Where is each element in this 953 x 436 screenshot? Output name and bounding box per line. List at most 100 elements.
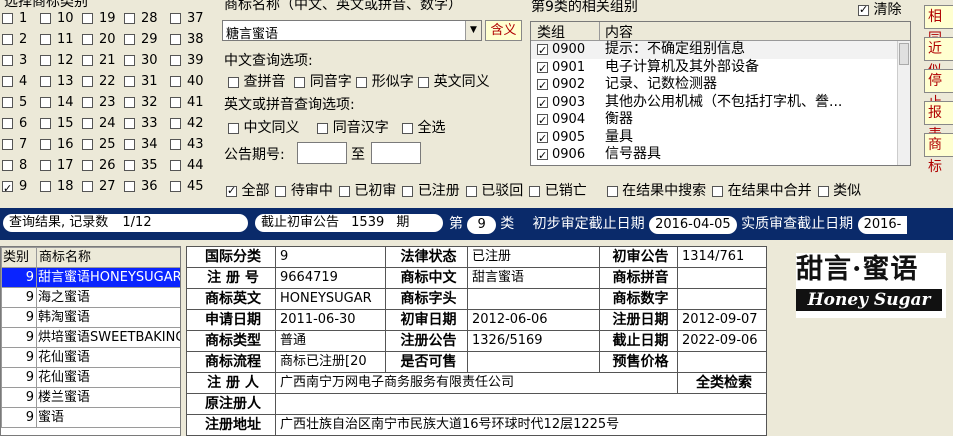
class-option-35[interactable]: 35 <box>124 156 158 176</box>
checkbox[interactable] <box>2 13 13 24</box>
checkbox[interactable] <box>338 185 350 197</box>
option-en-synonym[interactable]: 英文同义 <box>418 74 490 90</box>
checkbox[interactable] <box>124 160 135 171</box>
side-button-3[interactable]: 报表 <box>924 101 953 143</box>
checkbox[interactable] <box>124 118 135 129</box>
class-option-11[interactable]: 11 <box>40 30 74 50</box>
class-option-26[interactable]: 26 <box>82 156 116 176</box>
checkbox[interactable] <box>82 34 93 45</box>
checkbox[interactable] <box>317 122 329 134</box>
checkbox[interactable] <box>418 76 430 88</box>
filter-option-8[interactable]: 类似 <box>817 183 861 199</box>
side-button-2[interactable]: 停止 <box>924 69 953 111</box>
checkbox[interactable] <box>356 76 368 88</box>
class-option-34[interactable]: 34 <box>124 135 158 155</box>
result-row[interactable]: 9 蜜语 <box>1 407 180 428</box>
class-option-15[interactable]: 15 <box>40 114 74 134</box>
checkbox[interactable] <box>226 184 237 197</box>
class-option-22[interactable]: 22 <box>82 72 116 92</box>
class-option-44[interactable]: 44 <box>170 156 204 176</box>
checkbox[interactable] <box>124 13 135 24</box>
class-option-10[interactable]: 10 <box>40 9 74 29</box>
checkbox[interactable] <box>606 185 618 197</box>
checkbox[interactable] <box>124 34 135 45</box>
class-option-30[interactable]: 30 <box>124 51 158 71</box>
checkbox[interactable] <box>170 55 181 66</box>
class-option-7[interactable]: 7 <box>2 135 27 155</box>
class-option-8[interactable]: 8 <box>2 156 27 176</box>
col-content[interactable]: 内容 <box>605 22 633 42</box>
filter-option-7[interactable]: 在结果中合并 <box>712 183 812 199</box>
checkbox[interactable] <box>124 97 135 108</box>
class-option-21[interactable]: 21 <box>82 51 116 71</box>
issue-from-input[interactable] <box>297 142 347 164</box>
checkbox[interactable] <box>465 185 477 197</box>
class-option-23[interactable]: 23 <box>82 93 116 113</box>
checkbox[interactable] <box>402 185 414 197</box>
group-row[interactable]: 0905 量具 <box>531 129 910 147</box>
checkbox[interactable] <box>124 181 135 192</box>
issue-to-input[interactable] <box>371 142 421 164</box>
checkbox[interactable] <box>40 181 51 192</box>
class-option-37[interactable]: 37 <box>170 9 204 29</box>
name-combobox[interactable]: 糖言蜜语 ▼ <box>222 20 482 42</box>
checkbox[interactable] <box>82 118 93 129</box>
checkbox[interactable] <box>170 181 181 192</box>
filter-option-6[interactable]: 在结果中搜索 <box>606 183 706 199</box>
class-option-12[interactable]: 12 <box>40 51 74 71</box>
checkbox[interactable] <box>82 13 93 24</box>
class-option-32[interactable]: 32 <box>124 93 158 113</box>
class-option-39[interactable]: 39 <box>170 51 204 71</box>
checkbox[interactable] <box>82 160 93 171</box>
checkbox[interactable] <box>170 97 181 108</box>
checkbox[interactable] <box>2 139 13 150</box>
checkbox[interactable] <box>170 160 181 171</box>
checkbox[interactable] <box>2 118 13 129</box>
class-option-27[interactable]: 27 <box>82 177 116 197</box>
class-option-43[interactable]: 43 <box>170 135 204 155</box>
option-cn-synonym[interactable]: 中文同义 <box>228 120 299 136</box>
filter-option-5[interactable]: 已销亡 <box>529 183 587 199</box>
group-row[interactable]: 0901 电子计算机及其外部设备 <box>531 59 910 77</box>
checkbox[interactable] <box>124 139 135 150</box>
col-class[interactable]: 类别 <box>1 247 37 268</box>
scroll-thumb[interactable] <box>899 43 909 65</box>
side-button-0[interactable]: 相同 <box>924 5 953 47</box>
checkbox[interactable] <box>170 139 181 150</box>
class-option-31[interactable]: 31 <box>124 72 158 92</box>
checkbox[interactable] <box>82 97 93 108</box>
group-row[interactable]: 0902 记录、记数检测器 <box>531 76 910 94</box>
group-row[interactable]: 0903 其他办公用机械（不包括打字机、誊... <box>531 94 910 112</box>
col-group[interactable]: 类组 <box>537 22 565 42</box>
checkbox[interactable] <box>817 185 829 197</box>
class-option-41[interactable]: 41 <box>170 93 204 113</box>
result-row[interactable]: 9 花仙蜜语 <box>1 347 180 368</box>
checkbox[interactable] <box>2 97 13 108</box>
filter-option-2[interactable]: 已初审 <box>338 183 396 199</box>
checkbox[interactable] <box>537 147 548 164</box>
class-option-38[interactable]: 38 <box>170 30 204 50</box>
class-option-3[interactable]: 3 <box>2 51 27 71</box>
checkbox[interactable] <box>537 95 548 112</box>
group-row[interactable]: 0904 衡器 <box>531 111 910 129</box>
class-option-9[interactable]: 9 <box>2 177 27 199</box>
checkbox[interactable] <box>40 55 51 66</box>
checkbox[interactable] <box>2 55 13 66</box>
class-option-33[interactable]: 33 <box>124 114 158 134</box>
class-option-29[interactable]: 29 <box>124 30 158 50</box>
checkbox[interactable] <box>40 139 51 150</box>
checkbox[interactable] <box>40 34 51 45</box>
checkbox[interactable] <box>537 42 548 59</box>
class-option-42[interactable]: 42 <box>170 114 204 134</box>
result-row[interactable]: 9 甜言蜜语HONEYSUGAR <box>1 267 180 288</box>
chevron-down-icon[interactable]: ▼ <box>465 21 481 40</box>
all-class-search-button[interactable]: 全类检索 <box>677 372 767 394</box>
filter-option-3[interactable]: 已注册 <box>402 183 460 199</box>
class-option-45[interactable]: 45 <box>170 177 204 197</box>
class-option-28[interactable]: 28 <box>124 9 158 29</box>
checkbox[interactable] <box>170 118 181 129</box>
checkbox[interactable] <box>40 13 51 24</box>
checkbox[interactable] <box>2 34 13 45</box>
group-row[interactable]: 0906 信号器具 <box>531 146 910 164</box>
side-button-1[interactable]: 近似 <box>924 37 953 79</box>
